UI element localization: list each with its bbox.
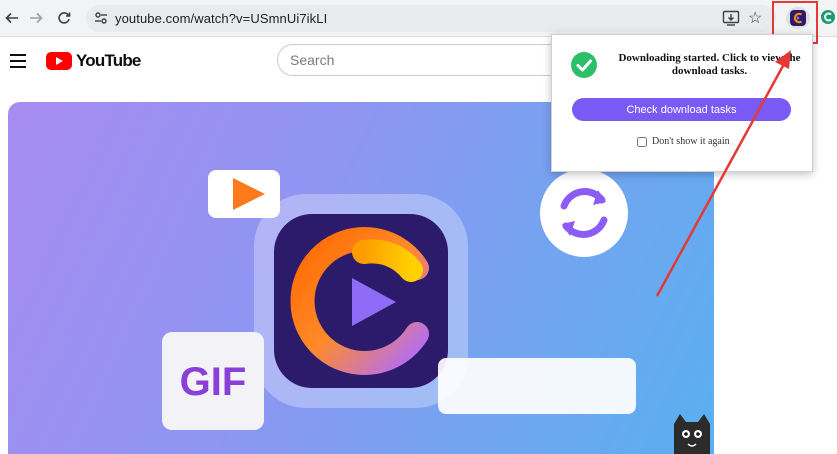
dont-show-again-option[interactable]: Don't show it again — [637, 136, 730, 147]
reload-icon — [58, 12, 71, 24]
check-icon — [571, 52, 597, 78]
download-message: Downloading started. Click to view the d… — [618, 52, 801, 77]
youtube-logo-icon[interactable] — [46, 52, 72, 70]
install-app-icon[interactable] — [722, 9, 740, 27]
dont-show-again-checkbox[interactable] — [637, 136, 647, 147]
reload-button[interactable] — [52, 6, 76, 30]
forward-button[interactable] — [24, 6, 48, 30]
arrow-left-icon — [5, 12, 18, 24]
gif-badge-text: GIF — [180, 360, 247, 404]
check-download-tasks-button[interactable]: Check download tasks — [572, 98, 791, 121]
menu-icon[interactable] — [10, 54, 26, 68]
second-extension-icon[interactable] — [820, 9, 836, 25]
download-popup: Downloading started. Click to view the d… — [551, 34, 813, 172]
arrow-right-icon — [30, 12, 43, 24]
dont-show-again-label: Don't show it again — [652, 136, 730, 147]
site-settings-icon[interactable] — [92, 9, 110, 27]
url-text[interactable]: youtube.com/watch?v=USmnUi7ikLI — [115, 11, 327, 26]
search-input[interactable] — [277, 44, 567, 76]
star-icon[interactable]: ☆ — [748, 8, 762, 28]
youtube-logo-text[interactable]: YouTube — [76, 51, 141, 71]
back-button[interactable] — [0, 6, 24, 30]
cat-mascot-icon — [674, 414, 710, 454]
